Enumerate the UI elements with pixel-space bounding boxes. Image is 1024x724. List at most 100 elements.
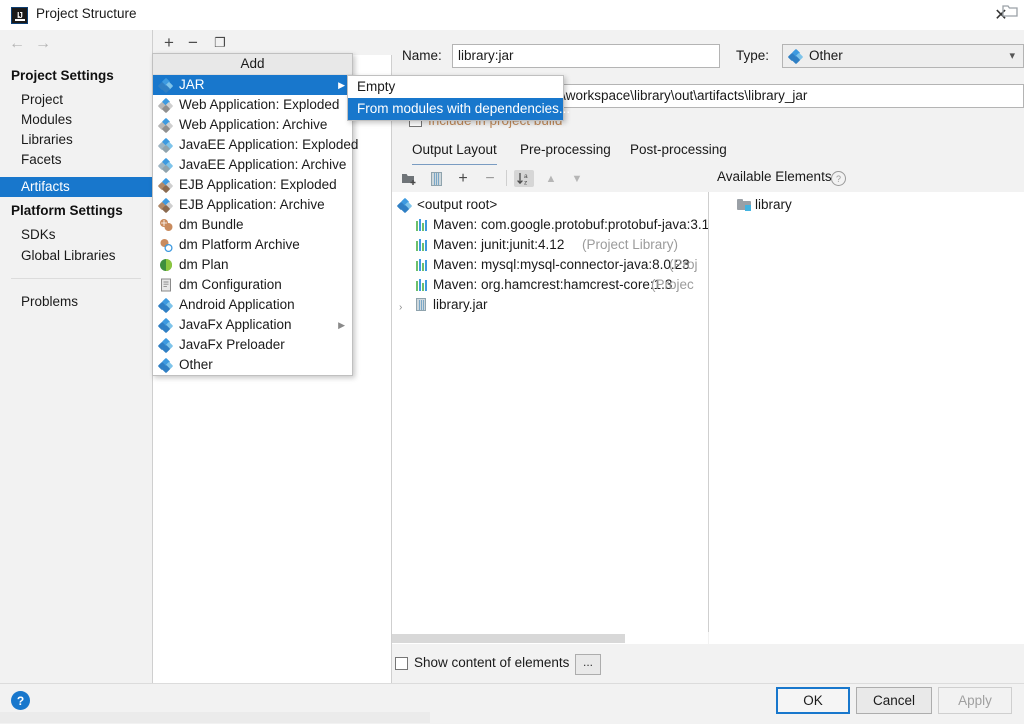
sort-az-icon[interactable]: az bbox=[514, 170, 534, 187]
chevron-right-icon: ▶ bbox=[338, 80, 345, 90]
sidebar-item-artifacts[interactable]: Artifacts bbox=[0, 177, 152, 197]
move-down-icon[interactable]: ▼ bbox=[568, 170, 586, 187]
output-directory-input[interactable]: \workspace\library\out\artifacts\library… bbox=[556, 84, 1024, 108]
menu-item-dm-platform-archive[interactable]: dm Platform Archive bbox=[153, 235, 352, 255]
tree-row-secondary: (Proj bbox=[669, 257, 698, 272]
diamond-icon bbox=[157, 317, 174, 334]
type-label: Type: bbox=[736, 48, 770, 63]
tab-post-processing[interactable]: Post-processing bbox=[630, 138, 727, 164]
maven-library-icon bbox=[416, 219, 428, 231]
dm-plan-icon bbox=[159, 258, 173, 272]
intellij-idea-icon: IJ bbox=[11, 7, 28, 24]
menu-item-web-application-exploded[interactable]: Web Application: Exploded bbox=[153, 95, 352, 115]
help-icon[interactable]: ? bbox=[831, 171, 846, 186]
detail-tabs: Output Layout Pre-processing Post-proces… bbox=[392, 138, 1024, 166]
remove-artifact-button[interactable]: − bbox=[184, 33, 202, 52]
remove-element-button[interactable]: − bbox=[481, 170, 499, 187]
diamond-icon bbox=[787, 48, 804, 65]
tab-output-layout[interactable]: Output Layout bbox=[412, 138, 497, 166]
sidebar-item-sdks[interactable]: SDKs bbox=[0, 225, 152, 245]
maven-library-icon bbox=[416, 259, 428, 271]
menu-item-javafx-application[interactable]: JavaFx Application ▶ bbox=[153, 315, 352, 335]
sidebar-item-global-libraries[interactable]: Global Libraries bbox=[0, 246, 152, 266]
menu-item-javaee-application-archive[interactable]: JavaEE Application: Archive bbox=[153, 155, 352, 175]
menu-item-label: dm Platform Archive bbox=[179, 237, 300, 252]
tree-row[interactable]: Maven: org.hamcrest:hamcrest-core:1.3 (P… bbox=[392, 275, 708, 295]
sidebar-item-modules[interactable]: Modules bbox=[0, 110, 152, 130]
back-arrow-icon[interactable]: ← bbox=[6, 33, 28, 55]
diamond-icon bbox=[157, 337, 174, 354]
sidebar-item-facets[interactable]: Facets bbox=[0, 150, 152, 170]
menu-item-dm-bundle[interactable]: dm Bundle bbox=[153, 215, 352, 235]
module-folder-icon bbox=[737, 199, 751, 211]
menu-item-android-application[interactable]: Android Application bbox=[153, 295, 352, 315]
tree-hscrollbar-thumb[interactable] bbox=[392, 634, 625, 643]
available-elements-tree[interactable]: library bbox=[709, 192, 1024, 644]
add-element-button[interactable]: + bbox=[454, 170, 472, 187]
add-folder-icon[interactable] bbox=[400, 170, 419, 187]
menu-item-ejb-application-archive[interactable]: EJB Application: Archive bbox=[153, 195, 352, 215]
sidebar-item-project[interactable]: Project bbox=[0, 90, 152, 110]
folder-browse-icon[interactable] bbox=[1002, 4, 1018, 18]
forward-arrow-icon[interactable]: → bbox=[32, 33, 54, 55]
add-artifact-menu[interactable]: Add JAR ▶ Web Application: Exploded Web … bbox=[152, 53, 358, 376]
tree-row[interactable]: Maven: com.google.protobuf:protobuf-java… bbox=[392, 215, 708, 235]
status-bar-remnant bbox=[0, 712, 430, 723]
artifact-name-input[interactable]: library:jar bbox=[452, 44, 720, 68]
menu-item-label: dm Configuration bbox=[179, 277, 282, 292]
menu-item-label: EJB Application: Exploded bbox=[179, 177, 337, 192]
menu-item-label: JavaFx Preloader bbox=[179, 337, 285, 352]
menu-item-javafx-preloader[interactable]: JavaFx Preloader bbox=[153, 335, 352, 355]
copy-artifact-button[interactable]: ❐ bbox=[211, 34, 229, 52]
tree-row-label: Maven: com.google.protobuf:protobuf-java… bbox=[433, 217, 709, 232]
tree-row-label: <output root> bbox=[417, 197, 498, 212]
tab-pre-processing[interactable]: Pre-processing bbox=[520, 138, 611, 164]
diamond-icon bbox=[396, 197, 413, 214]
tree-row[interactable]: <output root> bbox=[392, 195, 708, 215]
ejb-icon bbox=[157, 197, 174, 214]
menu-item-jar[interactable]: JAR ▶ bbox=[153, 75, 352, 95]
expand-arrow-icon[interactable]: › bbox=[399, 298, 402, 318]
move-up-icon[interactable]: ▲ bbox=[542, 170, 560, 187]
output-layout-tree[interactable]: <output root> Maven: com.google.protobuf… bbox=[392, 192, 709, 632]
menu-item-label: dm Bundle bbox=[179, 217, 244, 232]
show-content-checkbox[interactable] bbox=[395, 657, 408, 670]
sidebar-group-platform-settings: Platform Settings bbox=[11, 203, 123, 218]
menu-item-label: dm Plan bbox=[179, 257, 229, 272]
ok-button[interactable]: OK bbox=[776, 687, 850, 714]
cancel-button[interactable]: Cancel bbox=[856, 687, 932, 714]
show-content-label: Show content of elements bbox=[414, 655, 570, 670]
add-artifact-button[interactable]: + bbox=[160, 33, 178, 52]
submenu-item-empty[interactable]: Empty bbox=[348, 76, 563, 98]
diamond-icon bbox=[157, 77, 174, 94]
chevron-down-icon: ▾ bbox=[1009, 50, 1015, 62]
submenu-item-from-modules-with-dependencies[interactable]: From modules with dependencies... bbox=[348, 98, 570, 120]
menu-item-dm-configuration[interactable]: dm Configuration bbox=[153, 275, 352, 295]
menu-item-javaee-application-exploded[interactable]: JavaEE Application: Exploded bbox=[153, 135, 358, 155]
jar-submenu[interactable]: Empty From modules with dependencies... bbox=[347, 75, 570, 121]
add-archive-icon[interactable] bbox=[428, 170, 444, 187]
tree-row[interactable]: › library.jar bbox=[392, 295, 708, 315]
menu-item-label: JavaEE Application: Archive bbox=[179, 157, 347, 172]
tree-row-label: Maven: junit:junit:4.12 bbox=[433, 237, 565, 252]
tree-row[interactable]: Maven: junit:junit:4.12 (Project Library… bbox=[392, 235, 708, 255]
artifact-type-select[interactable]: Other ▾ bbox=[782, 44, 1024, 68]
dm-bundle-icon bbox=[159, 218, 173, 232]
menu-item-label: Other bbox=[179, 357, 213, 372]
help-button[interactable]: ? bbox=[11, 691, 30, 710]
web-icon bbox=[157, 97, 174, 114]
menu-item-other[interactable]: Other bbox=[153, 355, 352, 375]
show-content-options-button[interactable]: ... bbox=[575, 654, 601, 675]
menu-item-dm-plan[interactable]: dm Plan bbox=[153, 255, 352, 275]
sidebar-divider bbox=[11, 278, 141, 279]
sidebar-item-libraries[interactable]: Libraries bbox=[0, 130, 152, 150]
maven-library-icon bbox=[416, 239, 428, 251]
menu-item-web-application-archive[interactable]: Web Application: Archive bbox=[153, 115, 352, 135]
nav-buttons: ← → bbox=[0, 30, 152, 58]
list-item[interactable]: library bbox=[709, 195, 1024, 215]
sidebar-group-project-settings: Project Settings bbox=[11, 68, 114, 83]
detail-bottom-bar: Show content of elements ... bbox=[392, 644, 1024, 683]
tree-row[interactable]: Maven: mysql:mysql-connector-java:8.0.23… bbox=[392, 255, 708, 275]
menu-item-ejb-application-exploded[interactable]: EJB Application: Exploded bbox=[153, 175, 352, 195]
sidebar-item-problems[interactable]: Problems bbox=[0, 292, 152, 312]
